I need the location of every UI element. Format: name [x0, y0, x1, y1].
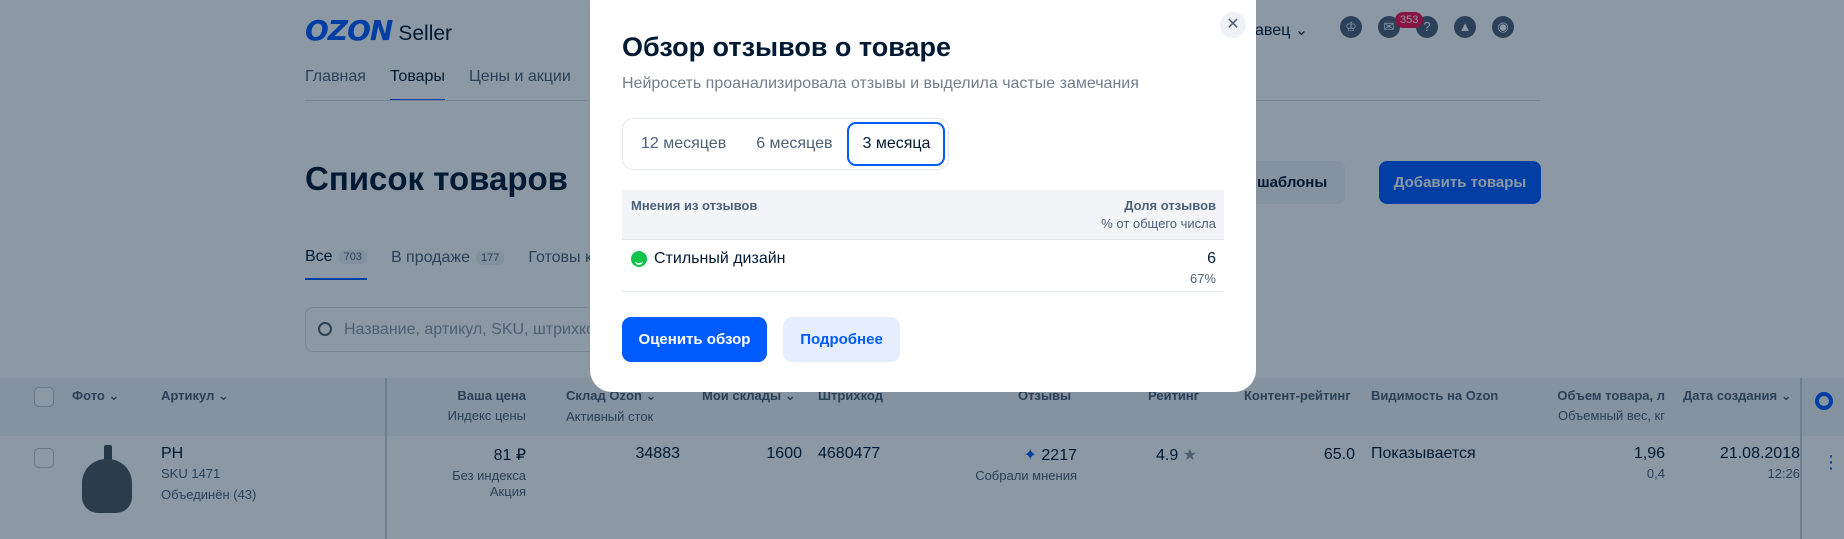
opinion-count: 6 [1207, 250, 1216, 267]
col-opinions: Мнения из отзывов [631, 198, 758, 213]
col-share: Доля отзывов % от общего числа [1101, 198, 1216, 231]
close-icon: ✕ [1226, 16, 1240, 33]
period-selector: 12 месяцев 6 месяцев 3 месяца [622, 118, 950, 170]
smile-icon [631, 251, 647, 267]
period-12-months[interactable]: 12 месяцев [626, 122, 741, 166]
close-button[interactable]: ✕ [1220, 12, 1246, 38]
table-row: Стильный дизайн 6 67% [622, 240, 1224, 292]
more-details-button[interactable]: Подробнее [783, 317, 900, 362]
opinions-table-header: Мнения из отзывов Доля отзывов % от общег… [622, 190, 1224, 240]
modal-subtitle: Нейросеть проанализировала отзывы и выде… [622, 75, 1139, 92]
modal-title: Обзор отзывов о товаре [622, 32, 952, 62]
opinion-label: Стильный дизайн [654, 250, 786, 267]
reviews-overview-modal: ✕ Обзор отзывов о товаре Нейросеть проан… [590, 0, 1256, 392]
col-share-sub: % от общего числа [1101, 216, 1216, 231]
period-3-months[interactable]: 3 месяца [847, 122, 946, 166]
period-6-months[interactable]: 6 месяцев [741, 122, 847, 166]
opinion-percent: 67% [1189, 271, 1216, 286]
opinions-table: Мнения из отзывов Доля отзывов % от общег… [622, 190, 1224, 292]
col-share-label: Доля отзывов [1124, 198, 1216, 213]
rate-overview-button[interactable]: Оценить обзор [622, 317, 767, 362]
